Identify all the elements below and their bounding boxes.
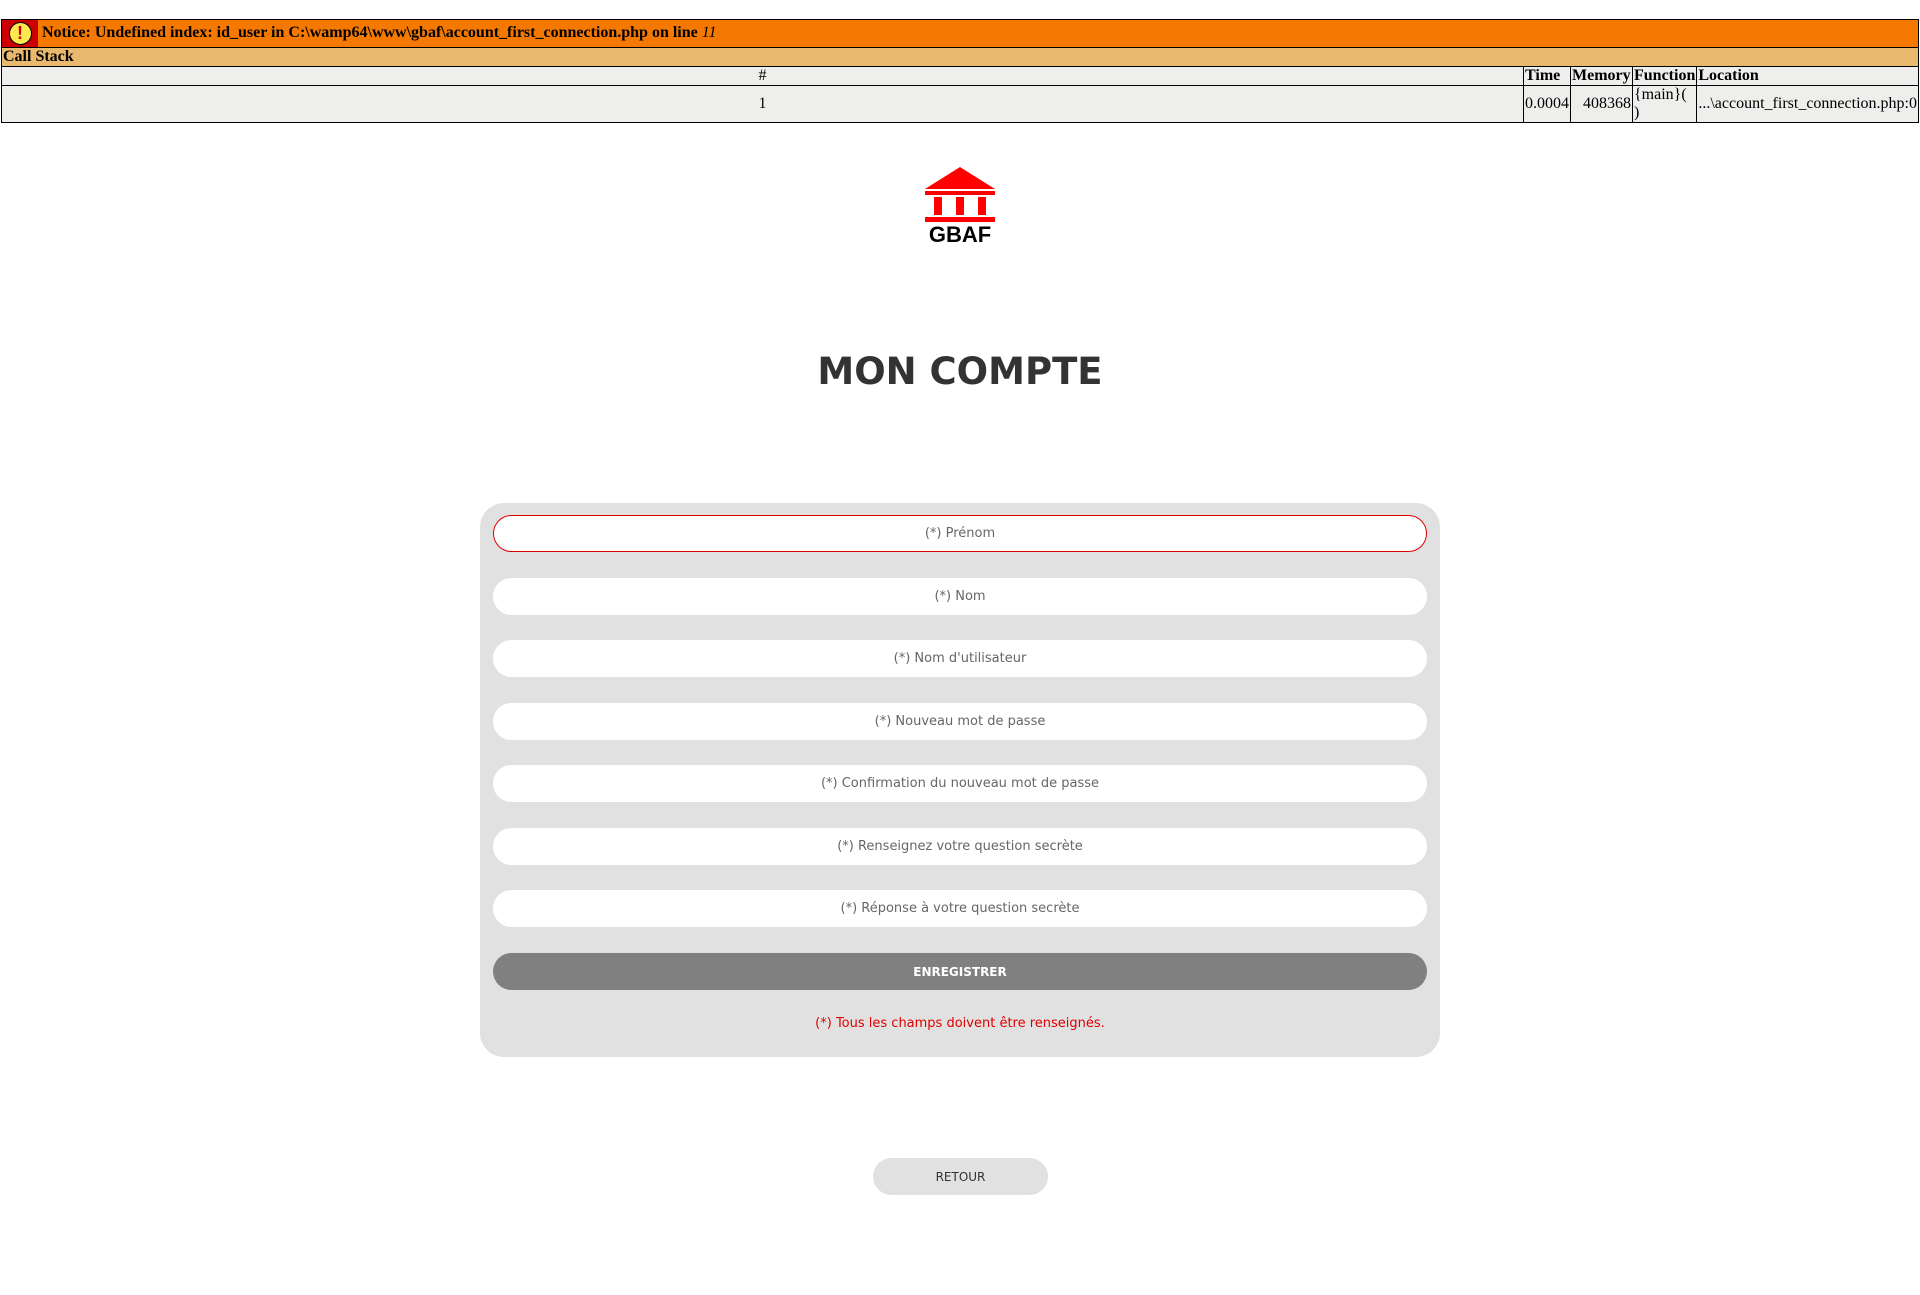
column-header-number: # bbox=[1, 66, 1524, 86]
cell-memory: 408368 bbox=[1570, 85, 1633, 123]
bank-building-icon bbox=[925, 167, 995, 222]
column-header-time: Time bbox=[1523, 66, 1571, 86]
secret-question-input[interactable] bbox=[493, 828, 1427, 865]
back-button[interactable]: RETOUR bbox=[873, 1158, 1048, 1195]
secret-answer-input[interactable] bbox=[493, 890, 1427, 927]
logo-text: GBAF bbox=[928, 222, 992, 247]
column-header-memory: Memory bbox=[1570, 66, 1633, 86]
first-name-input[interactable] bbox=[493, 515, 1427, 552]
notice-message: Notice: Undefined index: id_user in C:\w… bbox=[42, 24, 702, 42]
required-fields-note: (*) Tous les champs doivent être renseig… bbox=[815, 1016, 1105, 1031]
new-password-input[interactable] bbox=[493, 703, 1427, 740]
cell-function: {main}( ) bbox=[1631, 85, 1698, 123]
save-button[interactable]: ENREGISTRER bbox=[493, 953, 1427, 990]
page-title: MON COMPTE bbox=[817, 350, 1103, 393]
confirm-password-input[interactable] bbox=[493, 765, 1427, 802]
exclamation-icon: ! bbox=[2, 20, 38, 47]
gbaf-logo: GBAF bbox=[922, 165, 998, 249]
call-stack-label: Call Stack bbox=[1, 47, 1919, 67]
username-input[interactable] bbox=[493, 640, 1427, 677]
notice-line-number: 11 bbox=[701, 24, 717, 42]
cell-number: 1 bbox=[1, 85, 1524, 123]
last-name-input[interactable] bbox=[493, 578, 1427, 615]
notice-header: ! Notice: Undefined index: id_user in C:\… bbox=[1, 19, 1919, 48]
cell-location: ...\account_first_connection.php:0 bbox=[1696, 85, 1919, 123]
column-header-function: Function bbox=[1631, 66, 1698, 86]
column-header-location: Location bbox=[1696, 66, 1919, 86]
cell-time: 0.0004 bbox=[1523, 85, 1571, 123]
php-notice-table: ! Notice: Undefined index: id_user in C:\… bbox=[1, 19, 1919, 123]
account-form: ENREGISTRER (*) Tous les champs doivent … bbox=[480, 503, 1440, 1057]
table-row: 1 0.0004 408368 {main}( ) ...\account_fi… bbox=[1, 85, 1919, 123]
